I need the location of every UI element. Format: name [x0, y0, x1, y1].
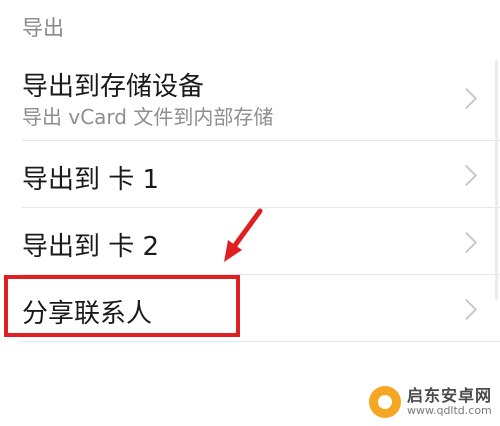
- watermark-logo-icon: [368, 386, 401, 418]
- annotation-arrow-icon: [224, 208, 263, 262]
- watermark-url: www.qdltd.com: [406, 403, 492, 417]
- watermark: 启东安卓网 www.qdltd.com: [368, 386, 492, 418]
- watermark-title: 启东安卓网: [406, 386, 492, 406]
